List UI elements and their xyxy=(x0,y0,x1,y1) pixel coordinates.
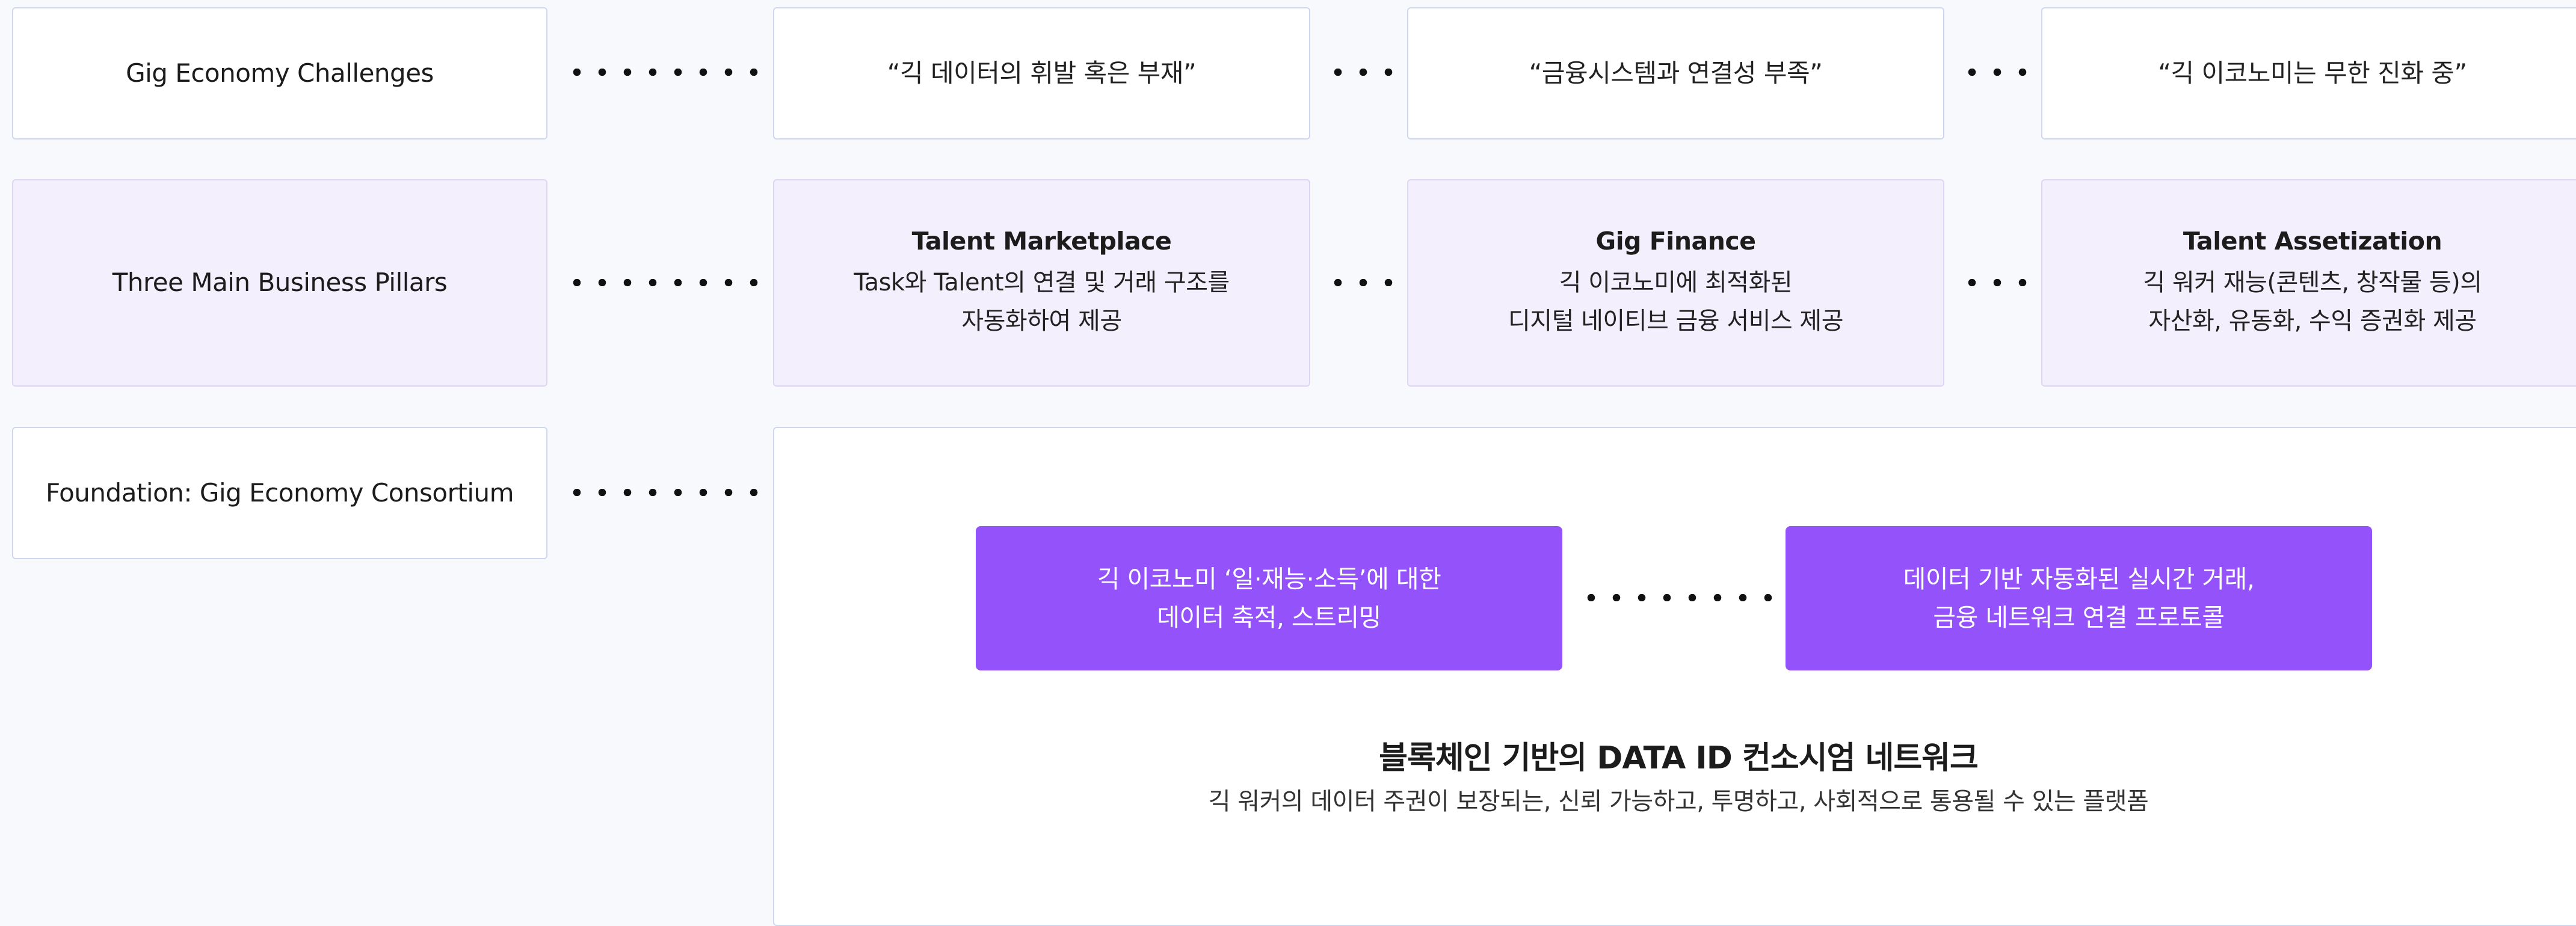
connector-dots xyxy=(1959,279,2035,286)
connector-dots xyxy=(1325,69,1401,76)
network-title: 블록체인 기반의 DATA ID 컨소시엄 네트워크 xyxy=(1379,740,1979,776)
pillar-description-line: Task와 Talent의 연결 및 거래 구조를 xyxy=(854,269,1230,297)
challenge-text: “금융시스템과 연결성 부족” xyxy=(1529,58,1823,88)
pillar-box-talent-marketplace: Talent Marketplace Task와 Talent의 연결 및 거래… xyxy=(773,179,1310,387)
transaction-protocol-block: 데이터 기반 자동화된 실시간 거래, 금융 네트워크 연결 프로토콜 xyxy=(1786,526,2372,670)
challenge-box-1: “긱 데이터의 휘발 혹은 부재” xyxy=(773,7,1310,140)
pillars-label-box: Three Main Business Pillars xyxy=(12,179,547,387)
pillar-description: Task와 Talent의 연결 및 거래 구조를 자동화하여 제공 xyxy=(854,263,1230,340)
pillar-title: Talent Assetization xyxy=(2183,226,2442,256)
network-subtitle: 긱 워커의 데이터 주권이 보장되는, 신뢰 가능하고, 투명하고, 사회적으로… xyxy=(1208,788,2149,815)
connector-dots xyxy=(564,279,763,286)
consortium-network-panel xyxy=(773,427,2576,926)
connector-dots xyxy=(1325,279,1401,286)
connector-dots xyxy=(564,69,763,76)
block-line: 긱 이코노미 ‘일·재능·소득’에 대한 xyxy=(1097,565,1441,593)
foundation-label-box: Foundation: Gig Economy Consortium xyxy=(12,427,547,559)
challenge-box-3: “긱 이코노미는 무한 진화 중” xyxy=(2041,7,2576,140)
challenge-box-2: “금융시스템과 연결성 부족” xyxy=(1407,7,1944,140)
pillars-label: Three Main Business Pillars xyxy=(112,268,448,298)
connector-dots xyxy=(1579,594,1777,601)
challenge-text: “긱 데이터의 휘발 혹은 부재” xyxy=(887,58,1197,88)
block-line: 데이터 기반 자동화된 실시간 거래, xyxy=(1903,565,2255,593)
pillar-description: 긱 이코노미에 최적화된 디지털 네이티브 금융 서비스 제공 xyxy=(1508,263,1844,340)
foundation-label: Foundation: Gig Economy Consortium xyxy=(45,477,514,507)
pillar-box-gig-finance: Gig Finance 긱 이코노미에 최적화된 디지털 네이티브 금융 서비스… xyxy=(1407,179,1944,387)
challenge-text: “긱 이코노미는 무한 진화 중” xyxy=(2158,58,2467,88)
challenges-label-box: Gig Economy Challenges xyxy=(12,7,547,140)
pillar-description-line: 자동화하여 제공 xyxy=(961,307,1122,336)
connector-dots xyxy=(1959,69,2035,76)
block-line: 데이터 축적, 스트리밍 xyxy=(1157,603,1381,632)
pillar-description-line: 자산화, 유동화, 수익 증권화 제공 xyxy=(2148,307,2477,336)
challenges-label: Gig Economy Challenges xyxy=(126,58,434,88)
pillar-box-talent-assetization: Talent Assetization 긱 워커 재능(콘텐츠, 창작물 등)의… xyxy=(2041,179,2576,387)
connector-dots xyxy=(564,489,763,496)
pillar-title: Gig Finance xyxy=(1595,226,1756,256)
pillar-title: Talent Marketplace xyxy=(911,226,1172,256)
pillar-description-line: 긱 이코노미에 최적화된 xyxy=(1559,269,1793,297)
pillar-description-line: 디지털 네이티브 금융 서비스 제공 xyxy=(1508,307,1844,336)
data-accumulation-block: 긱 이코노미 ‘일·재능·소득’에 대한 데이터 축적, 스트리밍 xyxy=(976,526,1562,670)
pillar-description-line: 긱 워커 재능(콘텐츠, 창작물 등)의 xyxy=(2143,269,2482,297)
block-line: 금융 네트워크 연결 프로토콜 xyxy=(1933,603,2225,632)
pillar-description: 긱 워커 재능(콘텐츠, 창작물 등)의 자산화, 유동화, 수익 증권화 제공 xyxy=(2143,263,2482,340)
